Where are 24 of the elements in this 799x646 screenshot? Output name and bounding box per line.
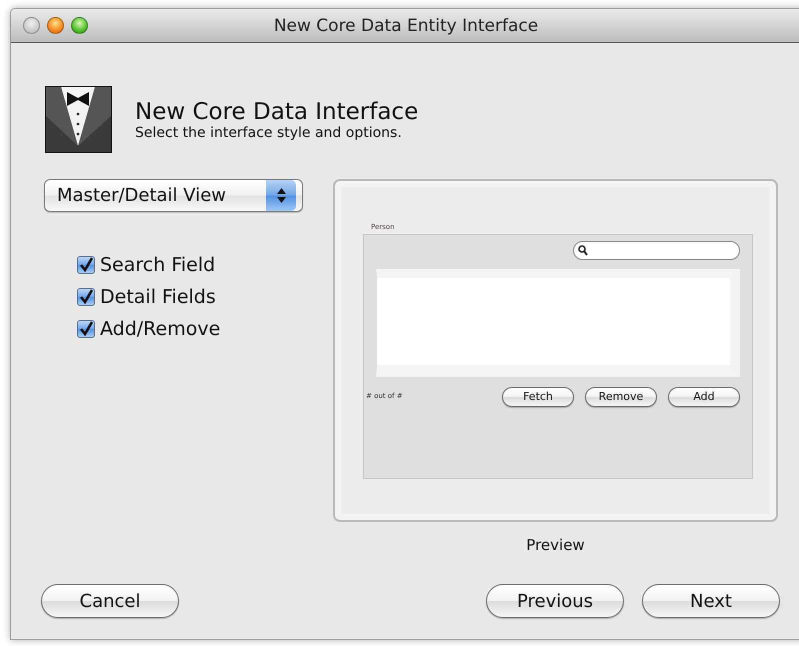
style-popup[interactable]: Master/Detail View xyxy=(44,179,303,212)
cancel-button[interactable]: Cancel xyxy=(41,584,179,618)
preview-button[interactable]: Add xyxy=(668,386,740,406)
stepper-arrows-icon xyxy=(276,188,286,203)
previous-button[interactable]: Previous xyxy=(486,584,624,618)
checkbox[interactable] xyxy=(77,320,95,338)
checkbox-label: Add/Remove xyxy=(100,318,220,340)
tuxedo-icon xyxy=(45,86,112,153)
preview-label: Preview xyxy=(526,536,585,554)
checkbox-label: Detail Fields xyxy=(100,286,216,308)
preview-button[interactable]: Fetch xyxy=(502,386,574,406)
dialog-subtitle: Select the interface style and options. xyxy=(135,124,403,140)
zoom-button[interactable] xyxy=(71,17,88,34)
checkbox-label: Search Field xyxy=(100,254,216,276)
dialog-heading: New Core Data Interface xyxy=(135,98,418,124)
checkbox[interactable] xyxy=(77,256,95,274)
preview-button[interactable]: Remove xyxy=(585,386,657,406)
checkbox[interactable] xyxy=(77,288,95,306)
search-icon xyxy=(578,245,588,256)
window-title: New Core Data Entity Interface xyxy=(274,16,538,36)
search-field[interactable] xyxy=(573,241,740,260)
minimize-button[interactable] xyxy=(47,17,64,34)
next-button[interactable]: Next xyxy=(642,584,780,618)
close-button[interactable] xyxy=(23,17,40,34)
